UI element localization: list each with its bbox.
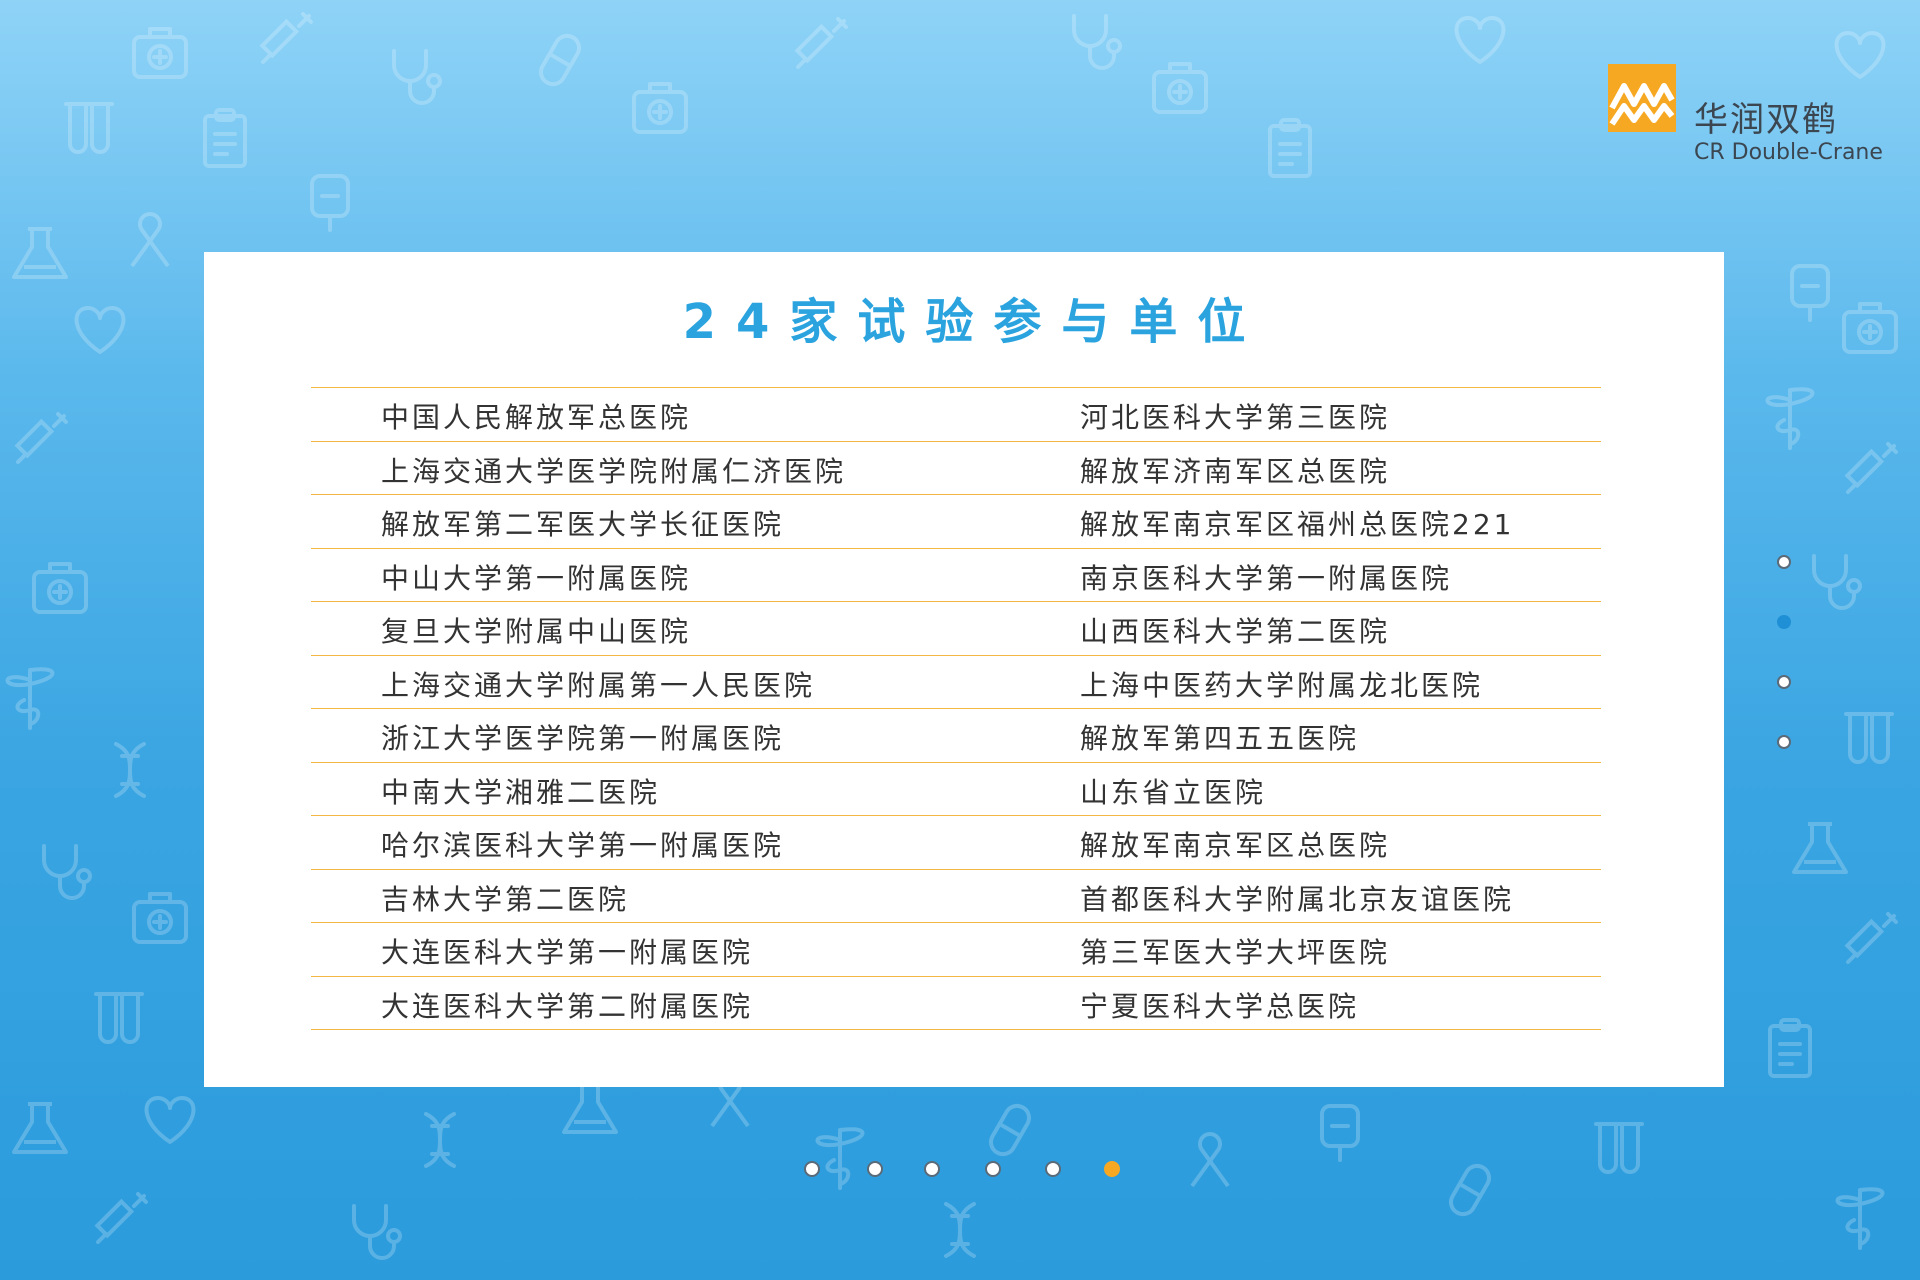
hospital-name: 大连医科大学第二附属医院: [381, 989, 754, 1023]
content-card: 24家试验参与单位 中国人民解放军总医院 河北医科大学第三医院 上海交通大学医学…: [204, 252, 1724, 1087]
pager-dot-3[interactable]: [924, 1161, 940, 1177]
hospital-name: 河北医科大学第三医院: [1080, 401, 1391, 434]
hospital-name: 哈尔滨医科大学第一附属医院: [381, 829, 785, 862]
brand-logo-mark: [1608, 64, 1676, 132]
table-row: 大连医科大学第一附属医院 第三军医大学大坪医院: [311, 923, 1601, 977]
brand-name-cn: 华润双鹤: [1694, 100, 1838, 140]
brand-logo: 华润双鹤 CR Double-Crane: [1608, 64, 1904, 174]
hospital-name: 山东省立医院: [1080, 775, 1267, 809]
side-nav-dot-4[interactable]: [1777, 735, 1791, 749]
page-title: 24家试验参与单位: [682, 294, 1266, 350]
hospital-name: 吉林大学第二医院: [381, 882, 630, 916]
brand-name-en: CR Double-Crane: [1694, 140, 1883, 165]
side-nav-dot-1[interactable]: [1777, 555, 1791, 569]
table-row: 解放军第二军医大学长征医院 解放军南京军区福州总医院221: [311, 495, 1601, 549]
hospital-name: 解放军南京军区福州总医院221: [1080, 508, 1515, 541]
hospital-name: 上海中医药大学附属龙北医院: [1080, 668, 1484, 702]
table-row: 中山大学第一附属医院 南京医科大学第一附属医院: [311, 549, 1601, 602]
table-row: 上海交通大学附属第一人民医院 上海中医药大学附属龙北医院: [311, 656, 1601, 709]
pager-dot-1[interactable]: [804, 1161, 820, 1177]
hospital-name: 首都医科大学附属北京友谊医院: [1080, 882, 1515, 916]
hospital-name: 山西医科大学第二医院: [1080, 615, 1391, 648]
hospital-name: 解放军第四五五医院: [1080, 722, 1360, 755]
side-nav-dot-3[interactable]: [1777, 675, 1791, 689]
hospital-name: 宁夏医科大学总医院: [1080, 989, 1360, 1023]
pager-dot-4[interactable]: [985, 1161, 1001, 1177]
hospital-name: 解放军南京军区总医院: [1080, 829, 1391, 862]
hospital-name: 南京医科大学第一附属医院: [1080, 561, 1453, 595]
table-row: 大连医科大学第二附属医院 宁夏医科大学总医院: [311, 977, 1601, 1030]
hospital-name: 上海交通大学附属第一人民医院: [381, 668, 816, 702]
hospital-name: 浙江大学医学院第一附属医院: [381, 722, 785, 755]
hospital-name: 中南大学湘雅二医院: [381, 775, 661, 809]
table-row: 中国人民解放军总医院 河北医科大学第三医院: [311, 388, 1601, 442]
hospital-name: 上海交通大学医学院附属仁济医院: [381, 454, 847, 488]
hospital-table: 中国人民解放军总医院 河北医科大学第三医院 上海交通大学医学院附属仁济医院 解放…: [311, 387, 1601, 1030]
table-row: 上海交通大学医学院附属仁济医院 解放军济南军区总医院: [311, 442, 1601, 495]
table-row: 哈尔滨医科大学第一附属医院 解放军南京军区总医院: [311, 816, 1601, 870]
side-nav-dot-2-active[interactable]: [1777, 615, 1791, 629]
pager-dot-2[interactable]: [867, 1161, 883, 1177]
hospital-name: 大连医科大学第一附属医院: [381, 936, 754, 969]
table-row: 浙江大学医学院第一附属医院 解放军第四五五医院: [311, 709, 1601, 763]
pager-dot-5[interactable]: [1045, 1161, 1061, 1177]
table-row: 复旦大学附属中山医院 山西医科大学第二医院: [311, 602, 1601, 656]
hospital-name: 中山大学第一附属医院: [381, 561, 692, 595]
pager-dot-6-active[interactable]: [1104, 1161, 1120, 1177]
hospital-name: 中国人民解放军总医院: [381, 401, 692, 434]
hospital-name: 解放军济南军区总医院: [1080, 454, 1391, 488]
hospital-name: 复旦大学附属中山医院: [381, 615, 692, 648]
table-row: 吉林大学第二医院 首都医科大学附属北京友谊医院: [311, 870, 1601, 923]
table-row: 中南大学湘雅二医院 山东省立医院: [311, 763, 1601, 816]
hospital-name: 第三军医大学大坪医院: [1080, 936, 1391, 969]
hospital-name: 解放军第二军医大学长征医院: [381, 508, 785, 541]
